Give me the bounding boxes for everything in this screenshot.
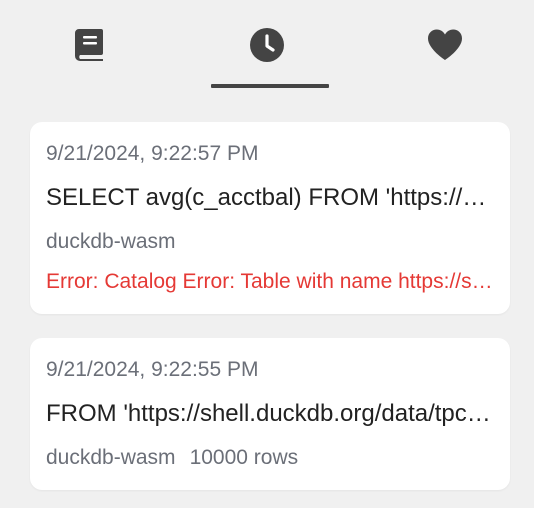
history-row-count: 10000 rows: [189, 446, 299, 469]
history-timestamp: 9/21/2024, 9:22:57 PM: [46, 142, 259, 165]
clock-icon: [250, 28, 284, 62]
history-meta: duckdb-wasm 10000 rows: [46, 446, 494, 470]
history-source: duckdb-wasm: [46, 230, 176, 253]
heart-icon: [428, 29, 462, 60]
history-item[interactable]: 9/21/2024, 9:22:55 PM FROM 'https://shel…: [30, 338, 510, 490]
history-query: FROM 'https://shell.duckdb.org/data/tpch…: [46, 400, 494, 427]
history-query: SELECT avg(c_acctbal) FROM 'https://shel…: [46, 184, 494, 211]
history-timestamp: 9/21/2024, 9:22:55 PM: [46, 358, 259, 381]
tab-favorites[interactable]: [356, 0, 534, 90]
tab-docs[interactable]: [0, 0, 178, 90]
active-tab-indicator: [211, 84, 329, 88]
history-meta: duckdb-wasm: [46, 230, 494, 254]
book-icon: [75, 29, 103, 61]
tab-history[interactable]: [178, 0, 356, 90]
tab-bar: [0, 0, 534, 90]
history-error: Error: Catalog Error: Table with name ht…: [46, 270, 494, 293]
history-item[interactable]: 9/21/2024, 9:22:57 PM SELECT avg(c_acctb…: [30, 122, 510, 314]
history-source: duckdb-wasm: [46, 446, 176, 469]
